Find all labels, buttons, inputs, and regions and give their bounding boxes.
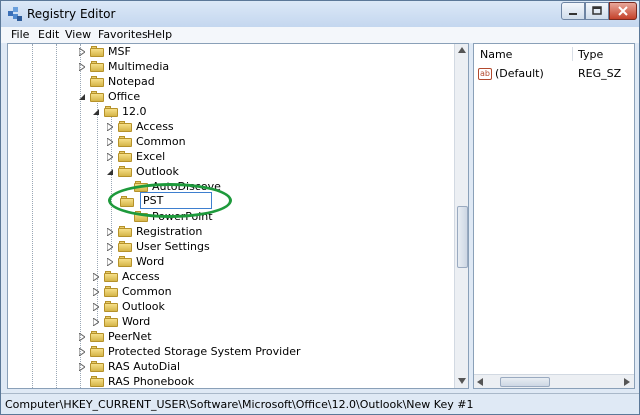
tree-item-multimedia[interactable]: Multimedia xyxy=(78,59,169,74)
tree-item-outlook[interactable]: Outlook xyxy=(106,164,179,179)
current-key-path: Computer\HKEY_CURRENT_USER\Software\Micr… xyxy=(5,397,474,411)
tree-item-excel[interactable]: Excel xyxy=(106,149,165,164)
minimize-icon xyxy=(569,13,577,15)
highlight-ellipse xyxy=(108,183,232,218)
tree-item-common-2[interactable]: Common xyxy=(92,284,172,299)
expand-arrow-icon[interactable] xyxy=(78,47,86,56)
folder-icon xyxy=(118,121,132,132)
menu-favorites[interactable]: Favorites xyxy=(98,28,148,41)
key-tree-pane: MSF Multimedia Notepad Office 12.0 Acces… xyxy=(7,43,469,389)
minimize-button[interactable] xyxy=(561,2,585,20)
tree-item-peernet[interactable]: PeerNet xyxy=(78,329,152,344)
expand-arrow-icon[interactable] xyxy=(106,152,114,161)
maximize-button[interactable] xyxy=(585,2,609,20)
scroll-up-icon[interactable] xyxy=(458,47,466,53)
value-type-cell: REG_SZ xyxy=(578,67,622,80)
column-header-name[interactable]: Name xyxy=(480,44,512,64)
values-horizontal-scrollbar[interactable] xyxy=(474,374,634,388)
tree-item-access[interactable]: Access xyxy=(106,119,174,134)
folder-icon xyxy=(118,241,132,252)
folder-icon xyxy=(90,61,104,72)
status-bar: Computer\HKEY_CURRENT_USER\Software\Micr… xyxy=(1,393,639,414)
folder-icon xyxy=(90,331,104,342)
tree-item-msf[interactable]: MSF xyxy=(78,44,131,59)
folder-icon xyxy=(104,106,118,117)
window-title: Registry Editor xyxy=(27,7,116,21)
tree-item-registration[interactable]: Registration xyxy=(106,224,202,239)
folder-icon xyxy=(90,346,104,357)
folder-icon xyxy=(118,166,132,177)
title-bar[interactable]: Registry Editor xyxy=(1,1,639,27)
tree-item-outlook-2[interactable]: Outlook xyxy=(92,299,165,314)
tree-item-ras-phonebook[interactable]: RAS Phonebook xyxy=(90,374,194,388)
folder-icon xyxy=(118,136,132,147)
folder-icon xyxy=(104,286,118,297)
string-value-icon: ab xyxy=(478,67,492,80)
menu-edit[interactable]: Edit xyxy=(38,28,59,41)
expand-arrow-icon[interactable] xyxy=(106,242,114,251)
tree-item-access-2[interactable]: Access xyxy=(92,269,160,284)
column-header-type[interactable]: Type xyxy=(578,44,603,64)
values-pane: Name Type ab (Default) REG_SZ xyxy=(473,43,635,389)
scroll-right-icon[interactable] xyxy=(624,378,630,386)
folder-icon xyxy=(118,256,132,267)
expand-arrow-icon[interactable] xyxy=(92,272,100,281)
expand-arrow-icon[interactable] xyxy=(92,302,100,311)
tree-item-12-0[interactable]: 12.0 xyxy=(92,104,147,119)
collapse-arrow-icon[interactable] xyxy=(92,108,100,116)
expand-arrow-icon[interactable] xyxy=(92,317,100,326)
tree-guide-line xyxy=(32,44,33,388)
collapse-arrow-icon[interactable] xyxy=(106,168,114,176)
expand-arrow-icon[interactable] xyxy=(106,257,114,266)
folder-icon xyxy=(90,361,104,372)
folder-icon xyxy=(90,91,104,102)
column-divider[interactable] xyxy=(572,47,573,61)
folder-icon xyxy=(90,46,104,57)
folder-icon xyxy=(90,376,104,387)
expand-arrow-icon[interactable] xyxy=(106,137,114,146)
close-button[interactable] xyxy=(609,2,637,20)
menu-bar: File Edit View Favorites Help xyxy=(1,27,639,43)
folder-icon xyxy=(90,76,104,87)
tree-item-word[interactable]: Word xyxy=(106,254,164,269)
tree-scroll-thumb[interactable] xyxy=(457,206,468,268)
tree-item-notepad[interactable]: Notepad xyxy=(90,74,155,89)
tree-vertical-scrollbar[interactable] xyxy=(454,44,468,388)
tree-item-ras-autodial[interactable]: RAS AutoDial xyxy=(78,359,180,374)
registry-editor-window: Registry Editor File Edit View Favorites… xyxy=(0,0,640,415)
expand-arrow-icon[interactable] xyxy=(106,122,114,131)
tree-item-common[interactable]: Common xyxy=(106,134,186,149)
menu-file[interactable]: File xyxy=(11,28,29,41)
values-scroll-thumb[interactable] xyxy=(500,377,550,387)
menu-view[interactable]: View xyxy=(65,28,91,41)
menu-help[interactable]: Help xyxy=(147,28,172,41)
expand-arrow-icon[interactable] xyxy=(78,347,86,356)
folder-icon xyxy=(118,151,132,162)
tree-item-word-2[interactable]: Word xyxy=(92,314,150,329)
scroll-down-icon[interactable] xyxy=(458,378,466,384)
tree-guide-line xyxy=(56,44,57,388)
folder-icon xyxy=(104,316,118,327)
registry-editor-icon xyxy=(8,7,22,21)
expand-arrow-icon[interactable] xyxy=(78,62,86,71)
folder-icon xyxy=(104,301,118,312)
close-icon xyxy=(618,6,628,16)
folder-icon xyxy=(118,226,132,237)
expand-arrow-icon[interactable] xyxy=(106,227,114,236)
tree-item-office[interactable]: Office xyxy=(78,89,140,104)
folder-icon xyxy=(104,271,118,282)
tree-item-protected-storage[interactable]: Protected Storage System Provider xyxy=(78,344,300,359)
value-row-default[interactable]: ab (Default) xyxy=(478,66,544,81)
expand-arrow-icon[interactable] xyxy=(92,287,100,296)
expand-arrow-icon[interactable] xyxy=(78,332,86,341)
scroll-left-icon[interactable] xyxy=(477,378,483,386)
expand-arrow-icon[interactable] xyxy=(78,362,86,371)
tree-item-user-settings[interactable]: User Settings xyxy=(106,239,210,254)
maximize-icon xyxy=(592,6,602,15)
collapse-arrow-icon[interactable] xyxy=(78,93,86,101)
